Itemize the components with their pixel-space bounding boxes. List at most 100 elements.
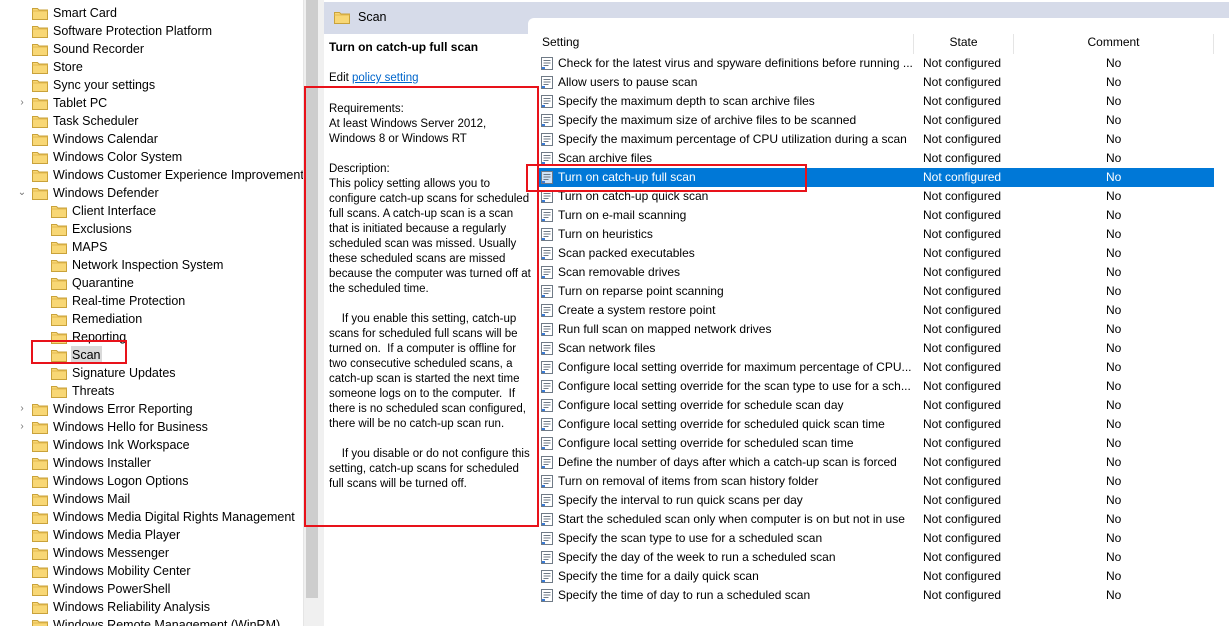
tree-item[interactable]: Windows Logon Options: [0, 472, 303, 490]
tree-item[interactable]: Smart Card: [0, 4, 303, 22]
setting-comment: No: [1106, 246, 1122, 260]
tree-item[interactable]: Network Inspection System: [0, 256, 303, 274]
tree-item[interactable]: Windows Reliability Analysis: [0, 598, 303, 616]
policy-setting-icon: [541, 228, 553, 241]
table-row[interactable]: Specify the day of the week to run a sch…: [537, 548, 1214, 567]
edit-line: Edit policy setting: [329, 71, 532, 86]
table-row[interactable]: Scan removable drives Not configured No: [537, 263, 1214, 282]
table-row[interactable]: Specify the maximum percentage of CPU ut…: [537, 130, 1214, 149]
table-row[interactable]: Configure local setting override for sch…: [537, 434, 1214, 453]
table-row[interactable]: Specify the time for a daily quick scan N…: [537, 567, 1214, 586]
tree-scrollbar-thumb[interactable]: [306, 0, 318, 598]
setting-comment: No: [1106, 189, 1122, 203]
tree-item[interactable]: Windows Remote Management (WinRM): [0, 616, 303, 626]
table-row[interactable]: Turn on catch-up quick scan Not configure…: [537, 187, 1214, 206]
tree-item[interactable]: Quarantine: [0, 274, 303, 292]
folder-icon: [32, 601, 48, 614]
tree-item[interactable]: Windows Media Digital Rights Management: [0, 508, 303, 526]
table-row[interactable]: Configure local setting override for max…: [537, 358, 1214, 377]
setting-state: Not configured: [923, 569, 1002, 583]
tree-item[interactable]: Scan: [0, 346, 303, 364]
setting-state: Not configured: [923, 341, 1002, 355]
table-row[interactable]: Configure local setting override for the…: [537, 377, 1214, 396]
tree-item[interactable]: ⌄ Windows Defender: [0, 184, 303, 202]
setting-state: Not configured: [923, 189, 1002, 203]
setting-name: Specify the time of day to run a schedul…: [558, 588, 811, 602]
policy-setting-icon: [541, 133, 553, 146]
tree-item[interactable]: Sync your settings: [0, 76, 303, 94]
tree-item[interactable]: Reporting: [0, 328, 303, 346]
table-row[interactable]: Configure local setting override for sch…: [537, 396, 1214, 415]
table-row[interactable]: Turn on catch-up full scan Not configured…: [537, 168, 1214, 187]
tree-item[interactable]: Remediation: [0, 310, 303, 328]
edit-policy-link[interactable]: policy setting: [352, 72, 418, 84]
tree-item[interactable]: Windows Installer: [0, 454, 303, 472]
setting-comment: No: [1106, 436, 1122, 450]
details-pane: Scan Turn on catch-up full scan Edit pol…: [324, 0, 1229, 626]
tree-item[interactable]: Windows Mobility Center: [0, 562, 303, 580]
table-row[interactable]: Specify the time of day to run a schedul…: [537, 586, 1214, 605]
tree-item[interactable]: Task Scheduler: [0, 112, 303, 130]
table-row[interactable]: Scan packed executables Not configured No: [537, 244, 1214, 263]
setting-state: Not configured: [923, 588, 1002, 602]
tree-item[interactable]: Windows Messenger: [0, 544, 303, 562]
folder-icon: [32, 61, 48, 74]
tree-item[interactable]: Windows Ink Workspace: [0, 436, 303, 454]
table-row[interactable]: Allow users to pause scan Not configured N…: [537, 73, 1214, 92]
tree-item[interactable]: Client Interface: [0, 202, 303, 220]
column-header-setting[interactable]: Setting: [537, 34, 914, 54]
table-row[interactable]: Scan network files Not configured No: [537, 339, 1214, 358]
tree-item[interactable]: Store: [0, 58, 303, 76]
table-row[interactable]: Specify the interval to run quick scans …: [537, 491, 1214, 510]
tree-item[interactable]: › Tablet PC: [0, 94, 303, 112]
table-row[interactable]: Specify the maximum depth to scan archiv…: [537, 92, 1214, 111]
tree-item[interactable]: Windows PowerShell: [0, 580, 303, 598]
policy-setting-icon: [541, 380, 553, 393]
table-row[interactable]: Specify the maximum size of archive file…: [537, 111, 1214, 130]
table-row[interactable]: Define the number of days after which a …: [537, 453, 1214, 472]
tree-item-label: Windows Color System: [53, 150, 183, 164]
table-row[interactable]: Check for the latest virus and spyware d…: [537, 54, 1214, 73]
table-row[interactable]: Create a system restore point Not configu…: [537, 301, 1214, 320]
chevron-right-icon[interactable]: ›: [16, 400, 28, 418]
table-row[interactable]: Turn on e-mail scanning Not configured No: [537, 206, 1214, 225]
tree-item[interactable]: › Windows Error Reporting: [0, 400, 303, 418]
tree-item[interactable]: Signature Updates: [0, 364, 303, 382]
column-header-state[interactable]: State: [914, 34, 1014, 54]
tree-item[interactable]: Windows Color System: [0, 148, 303, 166]
folder-icon: [51, 313, 67, 326]
column-header-comment[interactable]: Comment: [1014, 34, 1214, 54]
chevron-right-icon[interactable]: ›: [16, 418, 28, 436]
tree-item[interactable]: Sound Recorder: [0, 40, 303, 58]
policy-setting-icon: [541, 57, 553, 70]
setting-state: Not configured: [923, 322, 1002, 336]
setting-name: Turn on e-mail scanning: [558, 208, 687, 222]
folder-icon: [51, 205, 67, 218]
tree-item[interactable]: Real-time Protection: [0, 292, 303, 310]
table-row[interactable]: Configure local setting override for sch…: [537, 415, 1214, 434]
table-row[interactable]: Turn on removal of items from scan histo…: [537, 472, 1214, 491]
tree-item[interactable]: › Windows Hello for Business: [0, 418, 303, 436]
tree-item-label: Windows Media Player: [53, 528, 181, 542]
chevron-right-icon[interactable]: ›: [16, 94, 28, 112]
tree-scrollbar[interactable]: [303, 0, 320, 626]
policy-setting-icon: [541, 513, 553, 526]
tree-item[interactable]: Windows Mail: [0, 490, 303, 508]
table-row[interactable]: Scan archive files Not configured No: [537, 149, 1214, 168]
tree-item-label: Windows PowerShell: [53, 582, 171, 596]
tree-item[interactable]: Software Protection Platform: [0, 22, 303, 40]
table-row[interactable]: Specify the scan type to use for a sched…: [537, 529, 1214, 548]
chevron-down-icon[interactable]: ⌄: [16, 184, 28, 202]
table-row[interactable]: Start the scheduled scan only when compu…: [537, 510, 1214, 529]
tree-item[interactable]: Exclusions: [0, 220, 303, 238]
table-row[interactable]: Run full scan on mapped network drives No…: [537, 320, 1214, 339]
tree-item[interactable]: Windows Calendar: [0, 130, 303, 148]
table-row[interactable]: Turn on heuristics Not configured No: [537, 225, 1214, 244]
policy-setting-icon: [541, 323, 553, 336]
tree-item[interactable]: MAPS: [0, 238, 303, 256]
tree-item[interactable]: Threats: [0, 382, 303, 400]
tree-item[interactable]: Windows Media Player: [0, 526, 303, 544]
setting-name: Turn on catch-up quick scan: [558, 189, 709, 203]
tree-item[interactable]: Windows Customer Experience Improvement …: [0, 166, 303, 184]
table-row[interactable]: Turn on reparse point scanning Not config…: [537, 282, 1214, 301]
